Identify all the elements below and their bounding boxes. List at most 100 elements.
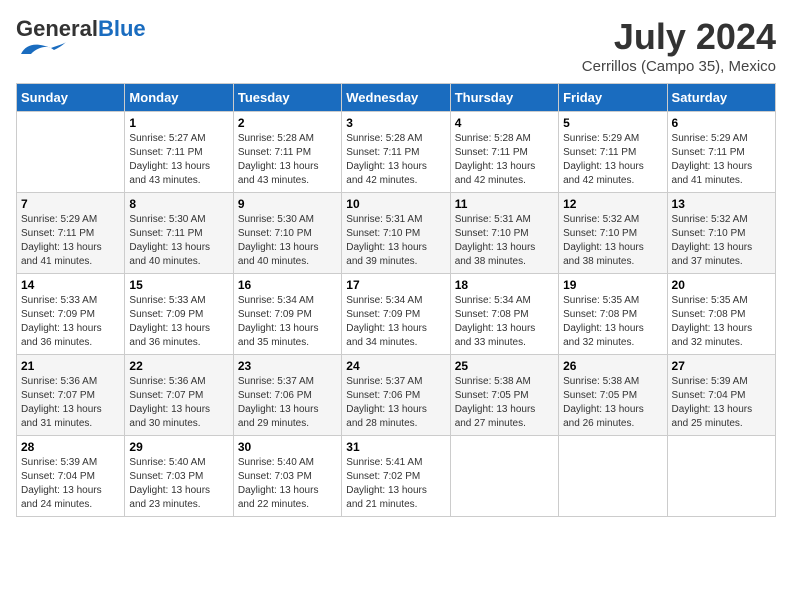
calendar-cell: 13 Sunrise: 5:32 AMSunset: 7:10 PMDayligh…: [667, 193, 775, 274]
day-number: 18: [455, 278, 554, 292]
day-info: Sunrise: 5:34 AMSunset: 7:08 PMDaylight:…: [455, 294, 554, 350]
calendar-week-row: 1 Sunrise: 5:27 AMSunset: 7:11 PMDaylight…: [17, 112, 776, 193]
logo: GeneralBlue: [16, 16, 146, 63]
day-number: 23: [238, 359, 337, 373]
day-info: Sunrise: 5:29 AMSunset: 7:11 PMDaylight:…: [672, 132, 771, 188]
logo-general-text: General: [16, 16, 98, 41]
day-info: Sunrise: 5:29 AMSunset: 7:11 PMDaylight:…: [21, 213, 120, 269]
day-number: 1: [129, 116, 228, 130]
calendar-cell: [450, 436, 558, 517]
calendar-week-row: 14 Sunrise: 5:33 AMSunset: 7:09 PMDayligh…: [17, 274, 776, 355]
day-info: Sunrise: 5:37 AMSunset: 7:06 PMDaylight:…: [238, 375, 337, 431]
day-number: 3: [346, 116, 445, 130]
day-info: Sunrise: 5:27 AMSunset: 7:11 PMDaylight:…: [129, 132, 228, 188]
weekday-header-tuesday: Tuesday: [233, 84, 341, 112]
day-number: 21: [21, 359, 120, 373]
calendar-cell: 29Sunrise: 5:40 AMSunset: 7:03 PMDayligh…: [125, 436, 233, 517]
day-number: 6: [672, 116, 771, 130]
calendar-cell: 1 Sunrise: 5:27 AMSunset: 7:11 PMDaylight…: [125, 112, 233, 193]
day-info: Sunrise: 5:28 AMSunset: 7:11 PMDaylight:…: [346, 132, 445, 188]
calendar-cell: 16Sunrise: 5:34 AMSunset: 7:09 PMDayligh…: [233, 274, 341, 355]
day-number: 2: [238, 116, 337, 130]
day-number: 27: [672, 359, 771, 373]
calendar-cell: 8Sunrise: 5:30 AMSunset: 7:11 PMDaylight…: [125, 193, 233, 274]
day-number: 28: [21, 440, 120, 454]
day-info: Sunrise: 5:30 AMSunset: 7:10 PMDaylight:…: [238, 213, 337, 269]
weekday-header-row: SundayMondayTuesdayWednesdayThursdayFrid…: [17, 84, 776, 112]
day-info: Sunrise: 5:33 AMSunset: 7:09 PMDaylight:…: [21, 294, 120, 350]
calendar-cell: 28 Sunrise: 5:39 AMSunset: 7:04 PMDayligh…: [17, 436, 125, 517]
day-info: Sunrise: 5:32 AMSunset: 7:10 PMDaylight:…: [672, 213, 771, 269]
calendar-cell: 26 Sunrise: 5:38 AMSunset: 7:05 PMDayligh…: [559, 355, 667, 436]
day-info: Sunrise: 5:39 AMSunset: 7:04 PMDaylight:…: [672, 375, 771, 431]
day-number: 14: [21, 278, 120, 292]
day-info: Sunrise: 5:29 AMSunset: 7:11 PMDaylight:…: [563, 132, 662, 188]
calendar-table: SundayMondayTuesdayWednesdayThursdayFrid…: [16, 83, 776, 517]
day-number: 26: [563, 359, 662, 373]
calendar-week-row: 28 Sunrise: 5:39 AMSunset: 7:04 PMDayligh…: [17, 436, 776, 517]
calendar-cell: 9Sunrise: 5:30 AMSunset: 7:10 PMDaylight…: [233, 193, 341, 274]
calendar-cell: 31Sunrise: 5:41 AMSunset: 7:02 PMDayligh…: [342, 436, 450, 517]
day-number: 15: [129, 278, 228, 292]
day-info: Sunrise: 5:35 AMSunset: 7:08 PMDaylight:…: [672, 294, 771, 350]
calendar-cell: 6 Sunrise: 5:29 AMSunset: 7:11 PMDaylight…: [667, 112, 775, 193]
day-number: 12: [563, 197, 662, 211]
day-info: Sunrise: 5:40 AMSunset: 7:03 PMDaylight:…: [238, 456, 337, 512]
calendar-cell: 11 Sunrise: 5:31 AMSunset: 7:10 PMDayligh…: [450, 193, 558, 274]
day-number: 25: [455, 359, 554, 373]
day-info: Sunrise: 5:36 AMSunset: 7:07 PMDaylight:…: [21, 375, 120, 431]
day-number: 4: [455, 116, 554, 130]
day-info: Sunrise: 5:31 AMSunset: 7:10 PMDaylight:…: [455, 213, 554, 269]
weekday-header-saturday: Saturday: [667, 84, 775, 112]
day-number: 19: [563, 278, 662, 292]
calendar-cell: 18 Sunrise: 5:34 AMSunset: 7:08 PMDayligh…: [450, 274, 558, 355]
day-info: Sunrise: 5:33 AMSunset: 7:09 PMDaylight:…: [129, 294, 228, 350]
day-info: Sunrise: 5:38 AMSunset: 7:05 PMDaylight:…: [563, 375, 662, 431]
calendar-cell: [559, 436, 667, 517]
day-info: Sunrise: 5:35 AMSunset: 7:08 PMDaylight:…: [563, 294, 662, 350]
calendar-week-row: 7 Sunrise: 5:29 AMSunset: 7:11 PMDaylight…: [17, 193, 776, 274]
day-info: Sunrise: 5:38 AMSunset: 7:05 PMDaylight:…: [455, 375, 554, 431]
calendar-cell: 19 Sunrise: 5:35 AMSunset: 7:08 PMDayligh…: [559, 274, 667, 355]
calendar-cell: [17, 112, 125, 193]
day-number: 22: [129, 359, 228, 373]
day-info: Sunrise: 5:36 AMSunset: 7:07 PMDaylight:…: [129, 375, 228, 431]
day-number: 20: [672, 278, 771, 292]
day-number: 7: [21, 197, 120, 211]
calendar-cell: 10 Sunrise: 5:31 AMSunset: 7:10 PMDayligh…: [342, 193, 450, 274]
day-number: 16: [238, 278, 337, 292]
day-number: 31: [346, 440, 445, 454]
calendar-cell: 20 Sunrise: 5:35 AMSunset: 7:08 PMDayligh…: [667, 274, 775, 355]
day-number: 30: [238, 440, 337, 454]
logo-bird-icon: [16, 40, 66, 58]
day-number: 11: [455, 197, 554, 211]
calendar-cell: 21 Sunrise: 5:36 AMSunset: 7:07 PMDayligh…: [17, 355, 125, 436]
weekday-header-friday: Friday: [559, 84, 667, 112]
day-number: 24: [346, 359, 445, 373]
day-info: Sunrise: 5:28 AMSunset: 7:11 PMDaylight:…: [238, 132, 337, 188]
calendar-cell: 17Sunrise: 5:34 AMSunset: 7:09 PMDayligh…: [342, 274, 450, 355]
day-number: 10: [346, 197, 445, 211]
day-number: 5: [563, 116, 662, 130]
location-subtitle: Cerrillos (Campo 35), Mexico: [582, 58, 776, 75]
calendar-cell: 24 Sunrise: 5:37 AMSunset: 7:06 PMDayligh…: [342, 355, 450, 436]
calendar-cell: 12 Sunrise: 5:32 AMSunset: 7:10 PMDayligh…: [559, 193, 667, 274]
weekday-header-wednesday: Wednesday: [342, 84, 450, 112]
day-info: Sunrise: 5:39 AMSunset: 7:04 PMDaylight:…: [21, 456, 120, 512]
month-year-title: July 2024: [582, 16, 776, 58]
title-area: July 2024 Cerrillos (Campo 35), Mexico: [582, 16, 776, 75]
day-info: Sunrise: 5:32 AMSunset: 7:10 PMDaylight:…: [563, 213, 662, 269]
day-number: 13: [672, 197, 771, 211]
calendar-cell: 30 Sunrise: 5:40 AMSunset: 7:03 PMDayligh…: [233, 436, 341, 517]
calendar-cell: [667, 436, 775, 517]
calendar-cell: 4 Sunrise: 5:28 AMSunset: 7:11 PMDaylight…: [450, 112, 558, 193]
calendar-cell: 2 Sunrise: 5:28 AMSunset: 7:11 PMDaylight…: [233, 112, 341, 193]
day-info: Sunrise: 5:40 AMSunset: 7:03 PMDaylight:…: [129, 456, 228, 512]
header: GeneralBlue July 2024 Cerrillos (Campo 3…: [16, 16, 776, 75]
weekday-header-thursday: Thursday: [450, 84, 558, 112]
calendar-cell: 27 Sunrise: 5:39 AMSunset: 7:04 PMDayligh…: [667, 355, 775, 436]
day-info: Sunrise: 5:31 AMSunset: 7:10 PMDaylight:…: [346, 213, 445, 269]
day-info: Sunrise: 5:28 AMSunset: 7:11 PMDaylight:…: [455, 132, 554, 188]
day-info: Sunrise: 5:37 AMSunset: 7:06 PMDaylight:…: [346, 375, 445, 431]
day-number: 17: [346, 278, 445, 292]
